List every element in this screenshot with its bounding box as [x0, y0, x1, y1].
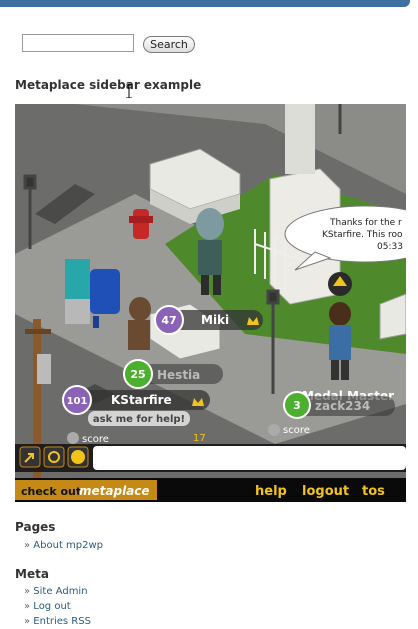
section-title-pages: Pages: [15, 520, 56, 534]
player-name: zack234: [315, 399, 370, 413]
top-header-bar: [0, 0, 410, 7]
search-button[interactable]: Search: [143, 36, 195, 53]
list-item: Log out: [24, 599, 91, 614]
entries-rss-link[interactable]: Entries RSS: [33, 616, 91, 627]
help-link[interactable]: help: [255, 484, 287, 499]
ask-help-text: ask me for help!: [93, 414, 185, 425]
score-label: score: [82, 434, 109, 445]
player-name: KStarfire: [111, 393, 172, 407]
chat-line-1: Thanks for the r: [329, 218, 402, 228]
player-name: Miki: [201, 313, 229, 327]
section-title-meta: Meta: [15, 567, 49, 581]
score-label: score: [283, 425, 310, 436]
nameplate-hestia[interactable]: 25 Hestia: [123, 359, 223, 389]
pages-list: About mp2wp: [24, 538, 103, 553]
player-level: 47: [161, 314, 176, 327]
chat-line-3: 05:33: [377, 242, 403, 252]
tos-link[interactable]: tos: [362, 484, 385, 499]
metaplace-game-embed[interactable]: Thanks for the r KStarfire. This roo 05:…: [15, 104, 406, 502]
brand-prefix: check out: [21, 485, 81, 498]
player-level: 25: [130, 368, 145, 381]
log-out-link[interactable]: Log out: [33, 601, 70, 612]
floor-number: 17: [193, 433, 206, 444]
nameplate-kstarfire[interactable]: 101 KStarfire: [62, 385, 210, 415]
avatar-hestia[interactable]: [128, 297, 151, 350]
score-icon: [268, 424, 280, 436]
list-item: Entries RSS: [24, 614, 91, 629]
chat-line-2: KStarfire. This roo: [322, 230, 403, 240]
score-icon: [67, 432, 79, 444]
player-level: 3: [293, 399, 301, 412]
nameplate-miki[interactable]: 47 Miki: [154, 305, 263, 335]
about-mp2wp-link[interactable]: About mp2wp: [33, 540, 103, 551]
logout-link[interactable]: logout: [302, 484, 349, 499]
news-box: [65, 259, 90, 324]
site-admin-link[interactable]: Site Admin: [33, 586, 87, 597]
gear-icon[interactable]: [43, 446, 65, 468]
player-level: 101: [67, 396, 88, 407]
chat-input[interactable]: [93, 446, 406, 470]
widget-title: Metaplace sidebar example: [15, 78, 202, 92]
brand-name: metaplace: [79, 484, 150, 498]
ask-help-bubble: ask me for help!: [88, 411, 190, 426]
player-name: Hestia: [157, 368, 200, 382]
meta-list: Site Admin Log out Entries RSS: [24, 584, 91, 629]
text-cursor-icon: [126, 84, 132, 98]
list-item: About mp2wp: [24, 538, 103, 553]
search-input[interactable]: [22, 34, 134, 52]
list-item: Site Admin: [24, 584, 91, 599]
